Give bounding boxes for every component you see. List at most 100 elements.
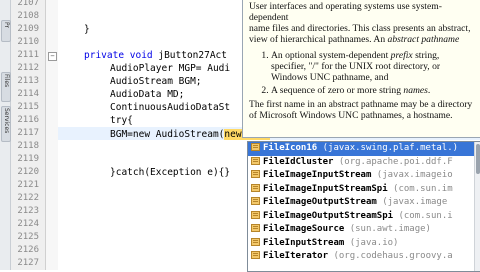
tab-projects-label: Pr [3, 22, 10, 28]
line-number: 2112 [17, 63, 39, 73]
completion-item[interactable]: FileIcon16 (javax.swing.plaf.metal.) [248, 142, 480, 156]
completion-item[interactable]: FileImageInputStreamSpi (com.sun.im [248, 183, 480, 197]
doc-text: specifier, "/" for the UNIX root directo… [271, 61, 441, 72]
line-number: 2125 [17, 232, 39, 242]
tab-projects[interactable]: Pr [1, 20, 11, 42]
doc-emphasis: names [403, 85, 428, 96]
completion-class-name: FileIdCluster [263, 156, 334, 167]
completion-item[interactable]: FileIdCluster (org.apache.poi.ddf.F [248, 156, 480, 170]
keyword: private void [84, 50, 153, 61]
doc-text: . [427, 85, 431, 96]
code-line-2112: AudioPlayer MGP= Audi [110, 63, 231, 74]
completion-class-name: FileImageOutputStream [263, 197, 377, 207]
doc-list: An optional system-dependent prefix stri… [243, 50, 480, 96]
completion-class-name: FileIcon16 [263, 143, 318, 153]
doc-intro-2: name files and directories. This class p… [249, 23, 471, 34]
line-number: 2126 [17, 245, 39, 255]
closing-brace: } [84, 24, 90, 35]
completion-class-name: FileImageInputStream [263, 170, 372, 180]
javadoc-popup: User interfaces and operating systems us… [242, 0, 480, 138]
doc-intro-3: view of hierarchical pathnames. An abstr… [243, 34, 480, 45]
tab-services-label: Services [3, 108, 10, 134]
line-number: 2118 [17, 141, 39, 151]
tab-services[interactable]: Services [1, 106, 11, 142]
method-signature: jButton27Act [152, 50, 227, 61]
doc-emphasis: abstract pathname [387, 34, 460, 45]
fold-margin: − [46, 0, 58, 270]
completion-package: (javax.swing.plaf.metal.) [317, 143, 459, 153]
completion-package: (sun.awt.image) [344, 224, 431, 234]
line-number: 2122 [17, 193, 39, 203]
line-number: 2117 [17, 128, 39, 138]
completion-class-name: FileIterator [263, 251, 329, 261]
class-icon [251, 170, 260, 178]
code-line-2113: AudioStream BGM; [110, 76, 202, 87]
completion-class-name: FileInputStream [263, 237, 345, 248]
doc-text: A sequence of zero or more string [271, 85, 404, 96]
line-number: 2111 [17, 50, 39, 60]
doc-text: An optional system-dependent [271, 50, 391, 61]
fold-collapse-icon[interactable]: − [48, 52, 57, 61]
line-number: 2121 [17, 180, 39, 190]
code-line-2115: ContinuousAudioDataSt [110, 102, 231, 113]
line-number: 2114 [17, 89, 39, 99]
completion-item[interactable]: FileIterator (org.codehaus.groovy.a [248, 250, 480, 264]
completion-item[interactable]: FileImageOutputStreamSpi (com.sun.i [248, 210, 480, 224]
completion-package: (java.io) [344, 237, 399, 248]
doc-text: Windows UNC pathname, and [271, 72, 389, 83]
completion-class-name: FileImageOutputStreamSpi [263, 210, 394, 221]
class-icon [251, 197, 260, 205]
completion-class-name: FileImageInputStreamSpi [263, 183, 388, 194]
code-completion-list[interactable]: FileIcon16 (javax.swing.plaf.metal.) Fil… [247, 141, 480, 272]
tab-files[interactable]: Files [1, 72, 11, 102]
doc-text: view of hierarchical pathnames. An [249, 34, 388, 45]
line-number: 2113 [17, 76, 39, 86]
completion-package: (org.apache.poi.ddf.F [333, 156, 453, 167]
doc-list-item: A sequence of zero or more string names. [271, 85, 480, 96]
line-number: 2120 [17, 167, 39, 177]
completion-class-name: FileImageSource [263, 224, 345, 234]
class-icon [251, 251, 260, 259]
class-icon [251, 183, 260, 192]
doc-intro: User interfaces and operating systems us… [249, 1, 442, 23]
line-number: 2123 [17, 206, 39, 216]
side-tab-strip: Pr Files Services [0, 0, 11, 270]
scrollbar-thumb[interactable] [476, 144, 480, 174]
completion-item[interactable]: FileImageSource (sun.awt.image) [248, 223, 480, 237]
tab-files-label: Files [3, 74, 10, 88]
line-number: 2119 [17, 154, 39, 164]
code-line-2111: private void jButton27Act [84, 49, 227, 62]
line-number: 2109 [17, 24, 39, 34]
class-icon [251, 237, 260, 246]
class-icon [251, 156, 260, 165]
completion-package: (com.sun.i [393, 210, 453, 221]
doc-emphasis: prefix [390, 50, 413, 61]
doc-list-item: An optional system-dependent prefix stri… [271, 50, 480, 83]
statement: BGM=new AudioStream( [110, 129, 225, 140]
line-number: 2124 [17, 219, 39, 229]
line-number: 2107 [17, 0, 39, 8]
code-line-2121: }catch(Exception e){} [110, 167, 231, 178]
completion-item[interactable]: FileImageOutputStream (javax.image [248, 196, 480, 210]
completion-item[interactable]: FileImageInputStream (javax.imageio [248, 169, 480, 183]
line-number: 2110 [17, 37, 39, 47]
completion-item[interactable]: FileInputStream (java.io) [248, 237, 480, 251]
code-line-2116: try{ [110, 115, 133, 126]
doc-text: string, [412, 50, 440, 61]
completion-package: (com.sun.im [387, 183, 453, 194]
completion-package: (javax.imageio [371, 170, 453, 180]
completion-scrollbar[interactable] [474, 142, 480, 271]
line-number: 2127 [17, 258, 39, 268]
doc-para-2: The first name in an abstract pathname m… [249, 99, 473, 110]
doc-para-2b: of Microsoft Windows UNC pathnames, a ho… [249, 110, 453, 121]
completion-package: (org.codehaus.groovy.a [328, 251, 453, 261]
line-number: 2116 [17, 115, 39, 125]
class-icon [251, 224, 260, 232]
line-number-gutter: 2107 2108 2109 2110 2111 2112 2113 2114 … [11, 0, 46, 270]
class-icon [251, 210, 260, 219]
line-number: 2115 [17, 102, 39, 112]
line-number: 2108 [17, 11, 39, 21]
completion-package: (javax.image [376, 197, 448, 207]
class-icon [251, 143, 260, 151]
code-line-2114: AudioData MD; [110, 89, 185, 100]
